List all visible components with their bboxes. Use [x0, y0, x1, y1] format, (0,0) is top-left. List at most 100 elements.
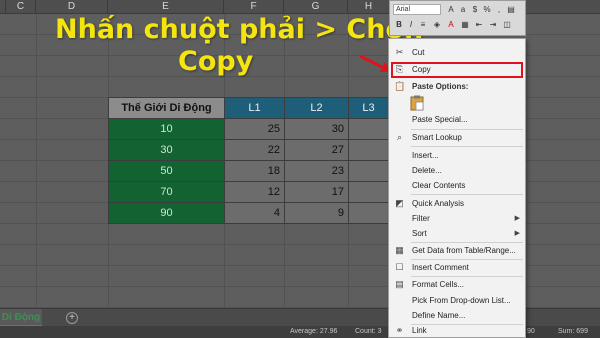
data-table: Thế Giới Di Động L1 L2 L3 10 25 30 30 22…: [108, 97, 389, 224]
table-cell[interactable]: [348, 118, 389, 140]
italic-button[interactable]: I: [406, 19, 416, 30]
table-header-cell[interactable]: L3: [348, 97, 389, 119]
table-cell[interactable]: 50: [108, 160, 225, 182]
grid-line: [36, 14, 37, 308]
font-name-field[interactable]: Arial: [393, 4, 441, 15]
chevron-right-icon: ▶: [514, 215, 520, 222]
table-cell[interactable]: 30: [284, 118, 349, 140]
table-cell[interactable]: 10: [108, 118, 225, 140]
menu-item-insert[interactable]: Insert...: [389, 148, 525, 163]
fill-color-icon[interactable]: ◈: [432, 19, 442, 30]
table-cell[interactable]: 70: [108, 181, 225, 203]
column-header-g[interactable]: G: [284, 0, 348, 14]
status-sum: Sum: 699: [558, 328, 588, 335]
align-center-icon[interactable]: ≡: [418, 19, 428, 30]
menu-separator: [411, 194, 523, 195]
borders-icon[interactable]: ▦: [460, 19, 470, 30]
table-header-cell[interactable]: L1: [224, 97, 285, 119]
menu-item-delete-label: Delete...: [412, 166, 442, 175]
instruction-line-2: Copy: [178, 46, 254, 77]
table-cell[interactable]: [348, 160, 389, 182]
table-cell[interactable]: 17: [284, 181, 349, 203]
column-header-f[interactable]: F: [224, 0, 284, 14]
table-cell[interactable]: 30: [108, 139, 225, 161]
menu-item-sort[interactable]: Sort ▶: [389, 226, 525, 241]
column-header-e[interactable]: E: [108, 0, 224, 14]
table-header-row: Thế Giới Di Động L1 L2 L3: [108, 97, 389, 119]
table-row: 30 22 27: [108, 139, 389, 161]
column-header-h[interactable]: H: [348, 0, 390, 14]
table-cell[interactable]: 27: [284, 139, 349, 161]
search-icon: ⌕: [396, 132, 403, 142]
format-cells-icon: ▤: [395, 279, 404, 289]
table-row: 90 4 9: [108, 202, 389, 224]
table-row: 50 18 23: [108, 160, 389, 182]
table-row: 10 25 30: [108, 118, 389, 140]
menu-item-smart-lookup-label: Smart Lookup: [412, 133, 462, 142]
table-cell[interactable]: [348, 181, 389, 203]
menu-item-paste-special-label: Paste Special...: [412, 115, 468, 124]
add-sheet-icon[interactable]: +: [66, 312, 78, 324]
percent-icon[interactable]: %: [482, 4, 492, 15]
font-color-icon[interactable]: A: [446, 19, 456, 30]
menu-item-define-name-label: Define Name...: [412, 311, 466, 320]
format-painter-icon[interactable]: ▤: [506, 4, 516, 15]
table-cell[interactable]: 18: [224, 160, 285, 182]
status-average: Average: 27.96: [290, 328, 338, 335]
copy-highlight-box: [391, 62, 523, 78]
menu-item-define-name[interactable]: Define Name...: [389, 308, 525, 323]
decrease-decimal-icon[interactable]: ⇤: [474, 19, 484, 30]
font-size-down-icon[interactable]: a: [458, 4, 468, 15]
table-cell[interactable]: 12: [224, 181, 285, 203]
table-cell[interactable]: [348, 202, 389, 224]
clipboard-icon[interactable]: [410, 95, 424, 111]
menu-item-get-data[interactable]: ▦ Get Data from Table/Range...: [389, 243, 525, 258]
menu-item-clear-contents-label: Clear Contents: [412, 181, 466, 190]
table-cell[interactable]: 90: [108, 202, 225, 224]
table-cell[interactable]: 22: [224, 139, 285, 161]
increase-decimal-icon[interactable]: ⇥: [488, 19, 498, 30]
menu-item-insert-comment[interactable]: ☐ Insert Comment: [389, 260, 525, 275]
menu-item-cut[interactable]: ✂ Cut: [389, 45, 525, 60]
font-size-up-icon[interactable]: A: [446, 4, 456, 15]
paste-icon: 📋: [394, 81, 406, 91]
bold-button[interactable]: B: [394, 19, 404, 30]
menu-item-smart-lookup[interactable]: ⌕ Smart Lookup: [389, 130, 525, 145]
sheet-tab[interactable]: Di Động: [0, 309, 42, 327]
menu-item-link-label: Link: [412, 326, 427, 335]
merge-icon[interactable]: ◫: [502, 19, 512, 30]
menu-item-get-data-label: Get Data from Table/Range...: [412, 246, 516, 255]
menu-item-sort-label: Sort: [412, 229, 427, 238]
menu-item-clear-contents[interactable]: Clear Contents: [389, 178, 525, 193]
menu-item-filter[interactable]: Filter ▶: [389, 211, 525, 226]
currency-icon[interactable]: $: [470, 4, 480, 15]
quick-analysis-icon: ◩: [395, 198, 404, 208]
instruction-line-1: Nhấn chuột phải > Chọn: [55, 14, 424, 45]
table-header-cell[interactable]: Thế Giới Di Động: [108, 97, 225, 119]
column-header-d[interactable]: D: [36, 0, 108, 14]
menu-item-quick-analysis-label: Quick Analysis: [412, 199, 465, 208]
comma-icon[interactable]: ,: [494, 4, 504, 15]
paste-options-header: 📋 Paste Options:: [389, 79, 525, 94]
menu-item-pick-list[interactable]: Pick From Drop-down List...: [389, 293, 525, 308]
menu-item-paste-special[interactable]: Paste Special...: [389, 112, 525, 127]
menu-item-link[interactable]: ⚭ Link: [389, 323, 525, 338]
column-header-c[interactable]: C: [6, 0, 36, 14]
menu-item-format-cells[interactable]: ▤ Format Cells...: [389, 277, 525, 292]
menu-item-quick-analysis[interactable]: ◩ Quick Analysis: [389, 196, 525, 211]
menu-item-insert-label: Insert...: [412, 151, 439, 160]
menu-item-delete[interactable]: Delete...: [389, 163, 525, 178]
menu-item-format-cells-label: Format Cells...: [412, 280, 465, 289]
table-icon: ▦: [395, 245, 404, 255]
table-cell[interactable]: 23: [284, 160, 349, 182]
table-cell[interactable]: 25: [224, 118, 285, 140]
link-icon: ⚭: [395, 325, 404, 335]
comment-icon: ☐: [395, 262, 404, 272]
scissors-icon: ✂: [395, 47, 404, 57]
table-header-cell[interactable]: L2: [284, 97, 349, 119]
table-cell[interactable]: 4: [224, 202, 285, 224]
table-row: 70 12 17: [108, 181, 389, 203]
table-cell[interactable]: 9: [284, 202, 349, 224]
table-cell[interactable]: [348, 139, 389, 161]
menu-separator: [411, 146, 523, 147]
